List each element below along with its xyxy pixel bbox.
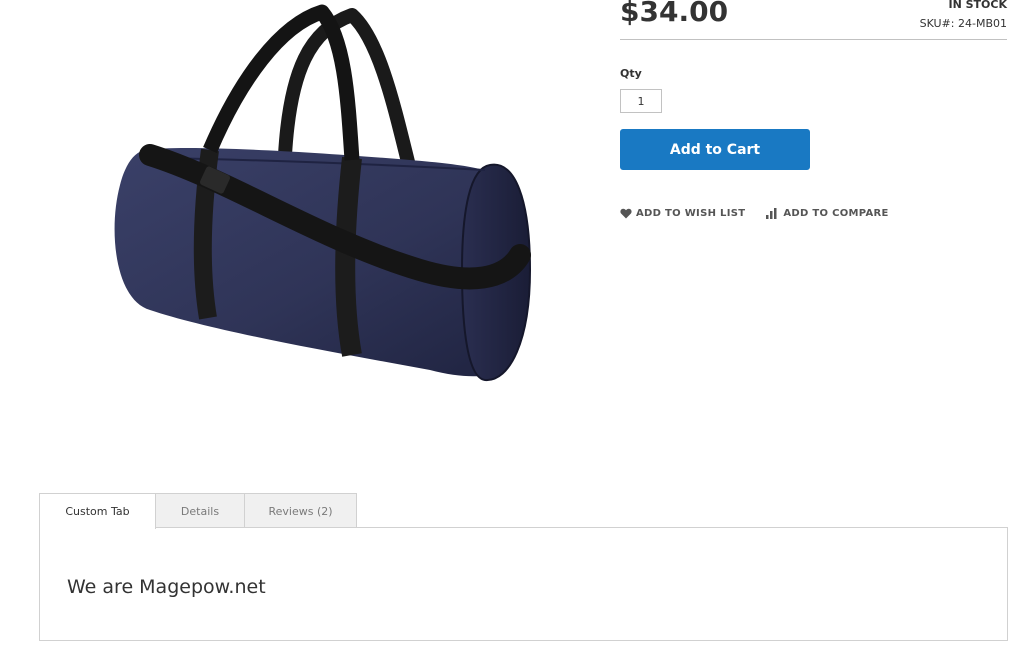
product-page: $34.00 IN STOCK SKU#: 24-MB01 Qty Add to… <box>0 0 1024 652</box>
sku-value: 24-MB01 <box>957 17 1007 30</box>
qty-label: Qty <box>620 67 642 80</box>
product-sku: SKU#: 24-MB01 <box>920 17 1007 31</box>
tab-panel: We are Magepow.net <box>39 527 1008 641</box>
duffel-bag-image <box>114 4 532 382</box>
product-actions: ADD TO WISH LIST ADD TO COMPARE <box>620 206 889 220</box>
compare-label: ADD TO COMPARE <box>783 207 889 219</box>
tab-content-text: We are Magepow.net <box>67 576 266 598</box>
add-to-cart-button[interactable]: Add to Cart <box>620 129 810 170</box>
product-info-tabs: Custom Tab Details Reviews (2) <box>39 493 357 529</box>
sku-label: SKU#: <box>919 17 955 30</box>
heart-icon <box>620 208 632 218</box>
wishlist-label: ADD TO WISH LIST <box>636 207 746 219</box>
qty-input[interactable] <box>620 89 662 113</box>
tab-details[interactable]: Details <box>155 493 245 528</box>
tab-custom-tab[interactable]: Custom Tab <box>39 493 156 529</box>
tab-reviews[interactable]: Reviews (2) <box>244 493 357 528</box>
stock-status: IN STOCK <box>948 0 1007 11</box>
product-image[interactable] <box>90 0 540 400</box>
product-price: $34.00 <box>620 0 729 28</box>
add-to-compare-link[interactable]: ADD TO COMPARE <box>765 207 889 219</box>
divider <box>620 39 1007 40</box>
add-to-wishlist-link[interactable]: ADD TO WISH LIST <box>620 208 745 219</box>
bar-chart-icon <box>766 207 777 219</box>
